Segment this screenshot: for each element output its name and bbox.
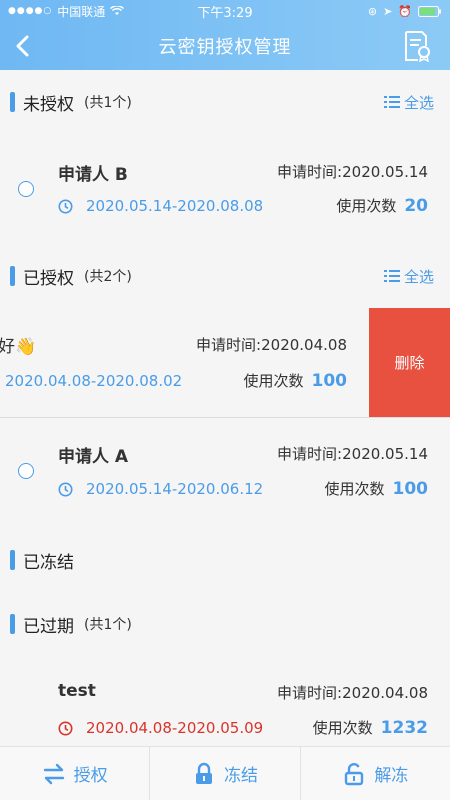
usage-count: 使用次数 1232 <box>313 717 428 738</box>
back-arrow-icon[interactable] <box>10 32 38 60</box>
lock-icon <box>195 762 212 784</box>
authorize-button[interactable]: 授权 <box>0 747 151 800</box>
usage-value: 1232 <box>380 718 428 738</box>
applicant-name: 申请人 B <box>58 165 128 185</box>
navbar: 云密钥授权管理 <box>0 22 450 70</box>
usage-count: 使用次数 100 <box>324 478 428 499</box>
applicant-name: 好👋 <box>0 337 37 357</box>
list-icon <box>383 270 400 282</box>
usage-count: 使用次数 20 <box>336 195 428 216</box>
list-item[interactable]: 申请人 A 申请时间:2020.05.14 2020.05.14-2020.06… <box>0 418 450 526</box>
unfreeze-label: 解冻 <box>374 766 409 786</box>
usage-value: 100 <box>392 479 429 499</box>
section-title: 未授权 <box>23 94 74 115</box>
apply-time: 申请时间:2020.05.14 <box>277 163 428 181</box>
select-all-button[interactable]: 全选 <box>383 92 434 113</box>
freeze-label: 冻结 <box>223 766 258 786</box>
section-title: 已过期 <box>23 616 74 637</box>
alarm-icon: ⏰ <box>398 4 412 18</box>
applicant-name: 申请人 A <box>58 447 129 467</box>
valid-range: 2020.04.08-2020.08.02 <box>5 372 183 390</box>
lock-rotation-icon: ⊛ <box>367 4 378 18</box>
apply-time: 申请时间:2020.05.14 <box>277 445 428 463</box>
select-all-label: 全选 <box>403 93 434 112</box>
status-bar: ●●●●○ 中国联通 下午3:29 ⊛ ➤ ⏰ <box>0 0 450 22</box>
usage-label: 使用次数 <box>312 719 373 737</box>
delete-button[interactable]: 删除 <box>369 308 450 417</box>
document-certificate-icon[interactable] <box>402 30 432 62</box>
page-title: 云密钥授权管理 <box>158 37 292 58</box>
swap-arrows-icon <box>43 763 64 784</box>
section-title: 已冻结 <box>23 552 74 573</box>
section-marker <box>10 550 15 570</box>
section-marker <box>10 266 15 286</box>
usage-value: 20 <box>404 196 428 216</box>
valid-range: 2020.05.14-2020.08.08 <box>86 197 264 215</box>
unlock-icon <box>345 762 364 785</box>
select-all-label: 全选 <box>403 267 434 286</box>
select-radio[interactable] <box>18 181 34 197</box>
list-item-swiped[interactable]: 好👋 申请时间:2020.04.08 2020.04.08-2020.08.02… <box>0 308 369 417</box>
section-frozen-header: 已冻结 <box>0 540 450 580</box>
section-unauthorized-header: 未授权 (共1个) 全选 <box>0 82 450 122</box>
usage-count: 使用次数 100 <box>243 370 347 391</box>
section-expired-header: 已过期 (共1个) <box>0 604 450 644</box>
valid-range: 2020.05.14-2020.06.12 <box>86 480 264 498</box>
apply-time: 申请时间:2020.04.08 <box>196 336 347 354</box>
list-item[interactable]: test 申请时间:2020.04.08 2020.04.08-2020.05.… <box>0 655 450 746</box>
section-count: (共2个) <box>84 269 132 285</box>
usage-label: 使用次数 <box>324 480 385 498</box>
usage-value: 100 <box>311 371 348 391</box>
authorize-label: 授权 <box>73 766 108 786</box>
unfreeze-button[interactable]: 解冻 <box>301 747 450 800</box>
select-radio[interactable] <box>18 463 34 479</box>
applicant-name: test <box>58 681 96 701</box>
select-all-button[interactable]: 全选 <box>383 266 434 287</box>
battery-icon <box>418 5 441 17</box>
location-icon: ➤ <box>383 4 393 18</box>
usage-label: 使用次数 <box>336 197 397 215</box>
freeze-button[interactable]: 冻结 <box>150 747 301 800</box>
bottom-toolbar: 授权 冻结 解冻 <box>0 746 450 800</box>
clock-icon <box>58 721 73 736</box>
section-title: 已授权 <box>23 268 74 289</box>
header: ●●●●○ 中国联通 下午3:29 ⊛ ➤ ⏰ 云密钥授权管理 <box>0 0 450 70</box>
clock-icon <box>58 199 73 214</box>
section-count: (共1个) <box>84 617 132 633</box>
section-marker <box>10 92 15 112</box>
valid-range-expired: 2020.04.08-2020.05.09 <box>86 719 264 737</box>
section-marker <box>10 614 15 634</box>
clock-icon <box>58 482 73 497</box>
section-count: (共1个) <box>84 95 132 111</box>
apply-time: 申请时间:2020.04.08 <box>277 684 428 702</box>
usage-label: 使用次数 <box>243 372 304 390</box>
section-authorized-header: 已授权 (共2个) 全选 <box>0 256 450 296</box>
list-item[interactable]: 申请人 B 申请时间:2020.05.14 2020.05.14-2020.08… <box>0 135 450 243</box>
list-icon <box>383 96 400 108</box>
